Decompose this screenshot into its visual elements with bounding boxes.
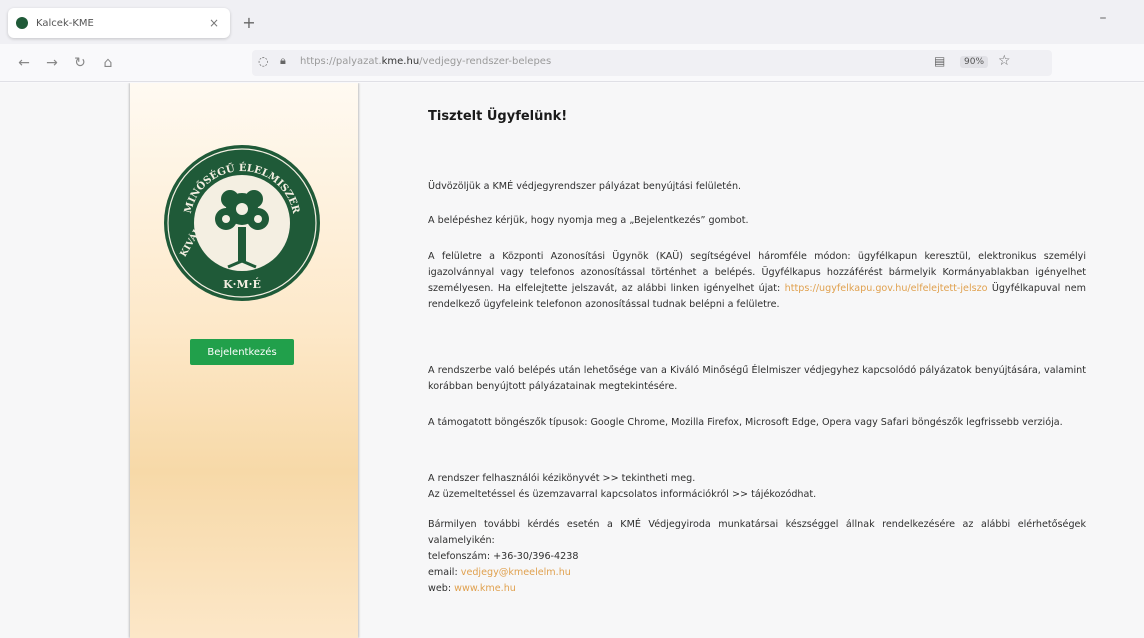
contact-phone: telefonszám: +36-30/396-4238	[428, 551, 579, 562]
contact-email-link[interactable]: vedjegy@kmeelelm.hu	[461, 567, 571, 578]
manual-paragraph: A rendszer felhasználói kézikönyvét >> t…	[428, 471, 1086, 503]
browser-nav-bar: ← → ↻ ⌂ ◌ 🔒︎ https://palyazat.kme.hu/ved…	[0, 44, 1144, 82]
kme-logo: MINŐSÉGŰ ÉLELMISZER KIVÁLÓ K·M·É	[164, 145, 320, 301]
forward-icon[interactable]: →	[42, 53, 62, 73]
operations-info-link[interactable]: Az üzemeltetéssel és üzemzavarral kapcso…	[428, 489, 816, 500]
zoom-level-badge[interactable]: 90%	[960, 56, 989, 68]
supported-browsers-paragraph: A támogatott böngészők típusok: Google C…	[428, 417, 1063, 428]
lock-icon[interactable]: 🔒︎	[280, 54, 286, 68]
password-reset-link[interactable]: https://ugyfelkapu.gov.hu/elfelejtett-je…	[785, 283, 988, 294]
sidebar: MINŐSÉGŰ ÉLELMISZER KIVÁLÓ K·M·É Bejelen…	[130, 83, 358, 638]
page-content: MINŐSÉGŰ ÉLELMISZER KIVÁLÓ K·M·É Bejelen…	[0, 83, 1144, 638]
site-favicon-icon	[16, 17, 28, 29]
reader-view-icon[interactable]: ▤	[934, 54, 945, 68]
browser-tab-bar: Kalcek-KME × + –	[0, 0, 1144, 44]
manual-link[interactable]: A rendszer felhasználói kézikönyvét >> t…	[428, 473, 695, 484]
bookmark-star-icon[interactable]: ☆	[998, 53, 1011, 69]
tracking-shield-icon[interactable]: ◌	[258, 54, 268, 68]
reload-icon[interactable]: ↻	[70, 53, 90, 73]
address-bar[interactable]: ◌ 🔒︎ https://palyazat.kme.hu/vedjegy-ren…	[252, 50, 1052, 76]
contact-paragraph: Bármilyen további kérdés esetén a KMÉ Vé…	[428, 519, 1086, 594]
home-icon[interactable]: ⌂	[98, 53, 118, 73]
logo-bottom-text: K·M·É	[223, 277, 261, 291]
page-title: Tisztelt Ügyfelünk!	[428, 109, 568, 124]
back-icon[interactable]: ←	[14, 53, 34, 73]
welcome-paragraph: Üdvözöljük a KMÉ védjegyrendszer pályáza…	[428, 181, 742, 192]
login-instruction-paragraph: A belépéshez kérjük, hogy nyomja meg a „…	[428, 215, 749, 226]
minimize-window-icon[interactable]: –	[1094, 10, 1112, 28]
features-paragraph: A rendszerbe való belépés után lehetőség…	[428, 365, 1086, 392]
tab-title: Kalcek-KME	[36, 17, 94, 29]
url-text[interactable]: https://palyazat.kme.hu/vedjegy-rendszer…	[300, 56, 551, 67]
login-button[interactable]: Bejelentkezés	[190, 339, 294, 365]
browser-tab[interactable]: Kalcek-KME ×	[8, 8, 230, 38]
contact-web-link[interactable]: www.kme.hu	[454, 583, 516, 594]
tab-close-icon[interactable]: ×	[206, 15, 222, 31]
authentication-paragraph: A felületre a Központi Azonosítási Ügynö…	[428, 251, 1086, 310]
new-tab-icon[interactable]: +	[240, 14, 258, 32]
